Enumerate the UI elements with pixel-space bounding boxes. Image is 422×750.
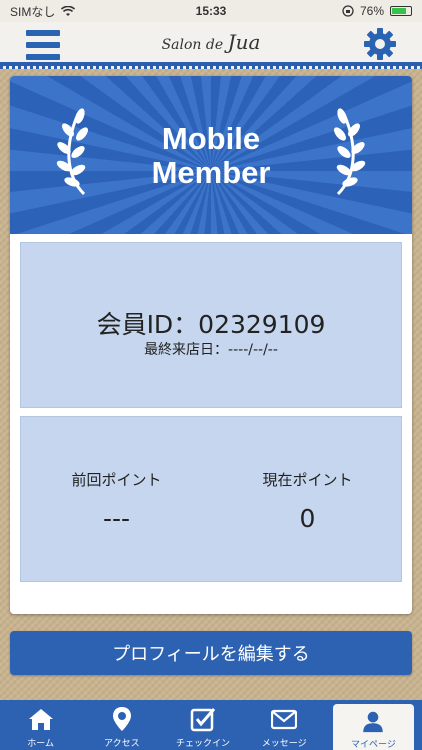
logo-small-text: Salon de bbox=[161, 37, 224, 53]
member-card: Mobile Member 会員ID：02329109 最終来店日：----/-… bbox=[10, 76, 412, 614]
menu-icon bbox=[26, 30, 60, 36]
previous-points: 前回ポイント --- bbox=[21, 469, 212, 533]
tab-message[interactable]: メッセージ bbox=[244, 700, 325, 750]
tab-mypage-label: マイページ bbox=[351, 740, 396, 750]
tab-checkin-label: チェックイン bbox=[176, 739, 231, 749]
home-icon bbox=[28, 709, 53, 730]
current-points-value: 0 bbox=[299, 504, 316, 533]
bottom-tab-bar: ホーム アクセス チェックイン メッセージ マイページ bbox=[0, 700, 422, 750]
battery-icon bbox=[390, 6, 412, 16]
last-visit-date: 最終来店日：----/--/-- bbox=[144, 342, 278, 358]
tab-mypage[interactable]: マイページ bbox=[332, 704, 415, 750]
wifi-icon bbox=[61, 5, 76, 16]
previous-points-label: 前回ポイント bbox=[71, 471, 162, 489]
carrier-label: SIMなし bbox=[10, 4, 56, 19]
points-panel: 前回ポイント --- 現在ポイント 0 bbox=[20, 416, 402, 582]
mail-icon bbox=[271, 709, 298, 730]
map-pin-icon bbox=[112, 707, 131, 731]
status-bar: SIMなし 15:33 76% bbox=[0, 0, 422, 22]
tab-access[interactable]: アクセス bbox=[81, 700, 162, 750]
previous-points-value: --- bbox=[102, 504, 131, 533]
settings-gear-icon[interactable] bbox=[362, 26, 398, 62]
current-points-label: 現在ポイント bbox=[262, 471, 353, 489]
member-id-panel: 会員ID：02329109 最終来店日：----/--/-- bbox=[20, 242, 402, 408]
app-logo: Salon de Jua bbox=[162, 30, 261, 54]
current-points: 現在ポイント 0 bbox=[212, 469, 403, 533]
tab-checkin[interactable]: チェックイン bbox=[162, 700, 243, 750]
status-time: 15:33 bbox=[195, 4, 227, 18]
logo-big-text: Jua bbox=[227, 30, 261, 54]
laurel-right-icon bbox=[334, 108, 366, 196]
mobile-member-banner: Mobile Member bbox=[10, 76, 412, 234]
checkbox-icon bbox=[190, 708, 216, 732]
menu-button[interactable] bbox=[26, 30, 60, 60]
battery-percent: 76% bbox=[359, 4, 384, 18]
edit-profile-button[interactable]: プロフィールを編集する bbox=[10, 631, 412, 675]
tab-home[interactable]: ホーム bbox=[0, 700, 81, 750]
member-id: 会員ID：02329109 bbox=[96, 310, 326, 339]
orientation-lock-icon bbox=[342, 5, 354, 17]
user-icon bbox=[363, 711, 384, 733]
tab-home-label: ホーム bbox=[27, 739, 54, 749]
tab-access-label: アクセス bbox=[104, 739, 140, 749]
tab-message-label: メッセージ bbox=[261, 739, 307, 749]
app-header: Salon de Jua bbox=[0, 22, 422, 69]
